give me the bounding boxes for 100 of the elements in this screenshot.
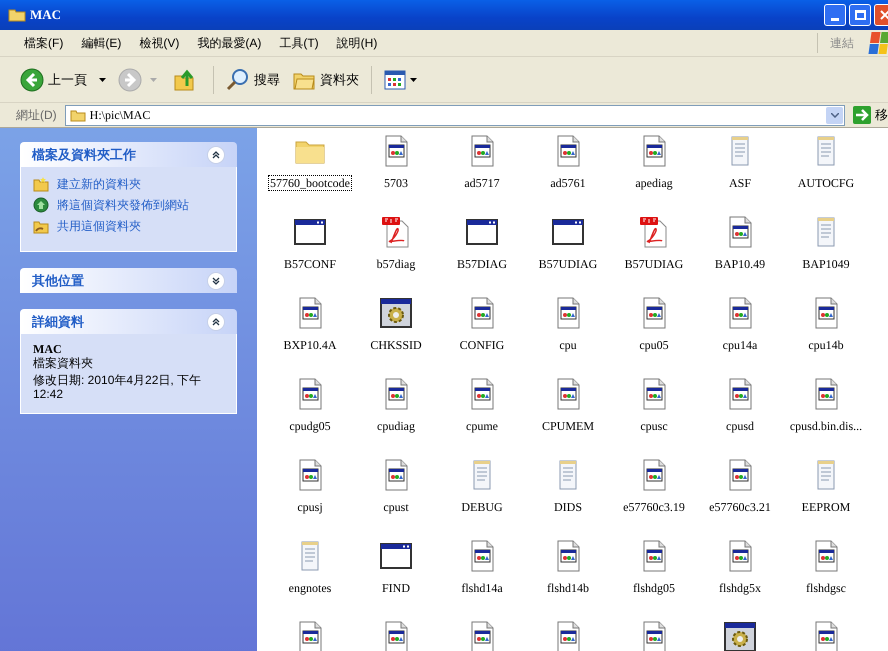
file-item[interactable]: BAP10.49: [697, 215, 783, 296]
file-item[interactable]: 5703: [353, 134, 439, 215]
file-item[interactable]: flshdgsc: [783, 539, 869, 620]
file-name: FIND: [380, 580, 411, 596]
dropdown-button[interactable]: [826, 106, 843, 124]
file-item[interactable]: BAP1049: [783, 215, 869, 296]
file-item[interactable]: flshdg5x: [697, 539, 783, 620]
file-item[interactable]: DEBUG: [439, 458, 525, 539]
file-name: ad5761: [549, 175, 587, 191]
file-item[interactable]: AUTOCFG: [783, 134, 869, 215]
file-name: CHKSSID: [369, 337, 423, 353]
file-name: ad5717: [463, 175, 501, 191]
panel-title: 其他位置: [32, 272, 84, 290]
file-item[interactable]: DIDS: [525, 458, 611, 539]
panel-header[interactable]: 詳細資料: [20, 309, 237, 334]
file-item[interactable]: cpusd.bin.dis...: [783, 377, 869, 458]
file-item[interactable]: CONFIG: [439, 296, 525, 377]
file-item[interactable]: 57760_bootcode: [267, 134, 353, 215]
file-item[interactable]: B57UDIAG: [525, 215, 611, 296]
file-name: flshdgsc: [805, 580, 847, 596]
menu-item[interactable]: 檢視(V): [139, 34, 180, 52]
chevron-icon: [830, 112, 838, 118]
search-button[interactable]: 搜尋: [222, 64, 284, 96]
file-item[interactable]: ad5717: [439, 134, 525, 215]
file-name: flshd14a: [460, 580, 504, 596]
file-item[interactable]: cpudiag: [353, 377, 439, 458]
file-item[interactable]: B57DIAG: [439, 215, 525, 296]
task-link[interactable]: 共用這個資料夾: [57, 217, 141, 235]
file-name: CONFIG: [458, 337, 506, 353]
file-item[interactable]: ad5761: [525, 134, 611, 215]
menu-item[interactable]: 編輯(E): [81, 34, 122, 52]
file-item[interactable]: e57760c3.21: [697, 458, 783, 539]
menu-item[interactable]: 我的最愛(A): [197, 34, 262, 52]
panel-title: 詳細資料: [32, 312, 84, 331]
file-item[interactable]: cpume: [439, 377, 525, 458]
file-name: 5703: [383, 175, 409, 191]
file-item[interactable]: e57760c3.19: [611, 458, 697, 539]
file-name: engnotes: [288, 580, 332, 596]
file-name: BXP10.4A: [282, 337, 338, 353]
panel-header[interactable]: 其他位置: [20, 268, 237, 293]
file-name: B57DIAG: [456, 256, 508, 272]
menu-item[interactable]: 工具(T): [279, 34, 319, 52]
file-name: e57760c3.21: [708, 499, 772, 515]
file-name: BAP1049: [801, 256, 851, 272]
back-button[interactable]: 上一頁: [16, 64, 110, 96]
file-name: cpudiag: [376, 418, 416, 434]
file-item[interactable]: B57UDIAG: [611, 215, 697, 296]
gear-window-icon: [723, 620, 757, 651]
file-item[interactable]: cpusd: [697, 377, 783, 458]
folder-type: 檔案資料夾: [33, 356, 94, 370]
folders-button[interactable]: 資料夾: [288, 64, 363, 96]
file-name: DEBUG: [460, 499, 504, 515]
file-item[interactable]: cpudg05: [267, 377, 353, 458]
minimize-button[interactable]: [824, 4, 846, 26]
file-item[interactable]: flshd14b: [525, 539, 611, 620]
task-link[interactable]: 建立新的資料夾: [57, 175, 141, 193]
panel-header[interactable]: 檔案及資料夾工作: [20, 142, 237, 167]
menu-item[interactable]: 檔案(F): [24, 34, 64, 52]
file-item[interactable]: flshdg05: [611, 539, 697, 620]
file-item[interactable]: cpu14a: [697, 296, 783, 377]
file-name: BAP10.49: [714, 256, 766, 272]
file-item[interactable]: B57CONF: [267, 215, 353, 296]
file-item[interactable]: cpusc: [611, 377, 697, 458]
file-item[interactable]: flshd14a: [439, 539, 525, 620]
file-name: cpu14b: [807, 337, 845, 353]
file-item[interactable]: ASF: [697, 134, 783, 215]
file-item[interactable]: engnotes: [267, 539, 353, 620]
task-link[interactable]: 將這個資料夾發佈到網站: [57, 196, 189, 214]
file-name: apediag: [634, 175, 674, 191]
file-item[interactable]: CHKSSID: [353, 296, 439, 377]
folder-name: MAC: [33, 342, 63, 356]
collapse-button[interactable]: [207, 312, 225, 330]
file-name: cpust: [382, 499, 410, 515]
new-folder-icon: [33, 176, 49, 192]
file-item[interactable]: cpu: [525, 296, 611, 377]
window-title: MAC: [30, 6, 62, 24]
file-name: B57CONF: [282, 256, 337, 272]
collapse-button[interactable]: [207, 146, 225, 164]
expand-button[interactable]: [207, 272, 225, 290]
file-item[interactable]: BXP10.4A: [267, 296, 353, 377]
file-name: CPUMEM: [540, 418, 595, 434]
file-name: cpusd: [725, 418, 755, 434]
go-button[interactable]: 移: [853, 105, 888, 125]
chevron-icon: [211, 150, 221, 160]
caret-icon: [410, 78, 417, 82]
file-name: b57diag: [376, 256, 416, 272]
menu-item[interactable]: 說明(H): [336, 34, 378, 52]
file-item[interactable]: cpu14b: [783, 296, 869, 377]
file-item[interactable]: FIND: [353, 539, 439, 620]
file-item[interactable]: CPUMEM: [525, 377, 611, 458]
maximize-button[interactable]: [849, 4, 871, 26]
file-item[interactable]: b57diag: [353, 215, 439, 296]
file-item[interactable]: cpusj: [267, 458, 353, 539]
file-name: ASF: [728, 175, 752, 191]
file-item[interactable]: apediag: [611, 134, 697, 215]
file-item[interactable]: EEPROM: [783, 458, 869, 539]
address-field[interactable]: H:\pic\MAC: [64, 104, 845, 126]
file-item[interactable]: cpu05: [611, 296, 697, 377]
file-item[interactable]: cpust: [353, 458, 439, 539]
file-name: cpusd.bin.dis...: [788, 418, 864, 434]
